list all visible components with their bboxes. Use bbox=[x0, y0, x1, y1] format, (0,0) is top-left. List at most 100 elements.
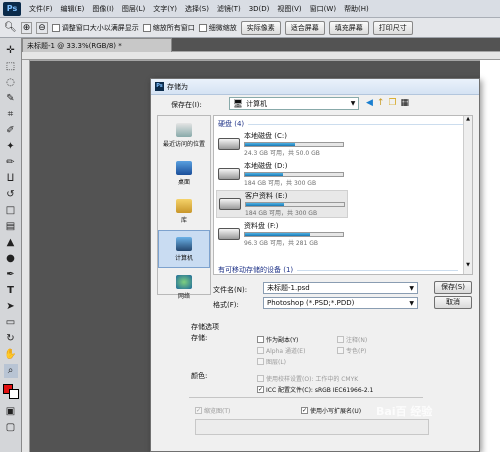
hard-drive-icon bbox=[218, 138, 240, 150]
background-color-swatch[interactable] bbox=[8, 389, 19, 399]
quick-mask-icon[interactable]: ▣ bbox=[4, 405, 18, 419]
menu-filter[interactable]: 滤镜(T) bbox=[213, 4, 245, 14]
chevron-down-icon: ▼ bbox=[409, 299, 414, 307]
path-select-tool-icon[interactable]: ➤ bbox=[4, 300, 18, 314]
warning-panel bbox=[195, 419, 429, 435]
3d-rotate-tool-icon[interactable]: ↻ bbox=[4, 332, 18, 346]
zoom-in-icon[interactable]: ⊕ bbox=[20, 21, 33, 34]
move-tool-icon[interactable]: ✛ bbox=[4, 44, 18, 58]
print-size-button[interactable]: 打印尺寸 bbox=[372, 20, 413, 35]
scrubby-zoom-checkbox[interactable]: 细微缩放 bbox=[198, 23, 237, 33]
document-canvas[interactable] bbox=[480, 60, 500, 452]
alpha-channels-checkbox[interactable]: Alpha 通道(E) bbox=[257, 346, 305, 355]
stamp-tool-icon[interactable]: ⨿ bbox=[4, 172, 18, 186]
dialog-title-bar: Ps 存储为 bbox=[151, 79, 479, 95]
history-brush-icon[interactable]: ↺ bbox=[4, 188, 18, 202]
dodge-tool-icon[interactable]: ● bbox=[4, 252, 18, 266]
hard-drive-icon bbox=[219, 198, 241, 210]
gradient-tool-icon[interactable]: ▤ bbox=[4, 220, 18, 234]
type-tool-icon[interactable]: T bbox=[4, 284, 18, 298]
quick-select-tool-icon[interactable]: ✎ bbox=[4, 92, 18, 106]
menu-select[interactable]: 选择(S) bbox=[181, 4, 213, 14]
tools-panel: ✛ ⬚ ◌ ✎ ⌗ ✐ ✦ ✏ ⨿ ↺ □ ▤ ▲ ● ✒ T ➤ ▭ ↻ ✋ … bbox=[0, 38, 22, 452]
new-folder-icon[interactable]: ❐ bbox=[388, 98, 396, 108]
place-computer[interactable]: 计算机 bbox=[158, 230, 210, 268]
color-label: 颜色: bbox=[191, 372, 208, 380]
thumbnail-checkbox[interactable]: ✓ 缩览图(T) bbox=[195, 406, 230, 415]
spot-colors-checkbox[interactable]: 专色(P) bbox=[337, 346, 366, 355]
layers-checkbox[interactable]: 图层(L) bbox=[257, 357, 286, 366]
brush-tool-icon[interactable]: ✏ bbox=[4, 156, 18, 170]
photoshop-logo: Ps bbox=[3, 1, 21, 16]
up-folder-icon[interactable]: ↑ bbox=[377, 98, 385, 108]
recent-places-icon bbox=[176, 122, 192, 137]
drive-usage-bar bbox=[245, 202, 345, 207]
resize-windows-checkbox[interactable]: 调整窗口大小以满屏显示 bbox=[51, 23, 139, 33]
actual-pixels-button[interactable]: 实际像素 bbox=[240, 20, 281, 35]
save-button[interactable]: 保存(S) bbox=[434, 281, 472, 294]
eyedropper-tool-icon[interactable]: ✐ bbox=[4, 124, 18, 138]
group-header-removable[interactable]: 有可移动存储的设备 (1) bbox=[214, 262, 462, 278]
save-label: 存储: bbox=[191, 334, 208, 342]
lowercase-extension-checkbox[interactable]: ✓ 使用小写扩展名(U) bbox=[301, 406, 361, 415]
view-menu-icon[interactable]: ▦ bbox=[401, 98, 410, 108]
fill-screen-button[interactable]: 填充屏幕 bbox=[328, 20, 369, 35]
menu-edit[interactable]: 编辑(E) bbox=[57, 4, 89, 14]
save-options-title: 存储选项 bbox=[191, 323, 219, 331]
zoom-out-icon[interactable]: ⊖ bbox=[36, 21, 48, 34]
marquee-tool-icon[interactable]: ⬚ bbox=[4, 60, 18, 74]
options-bar: 🔍︎ ⊕ ⊖ 调整窗口大小以满屏显示 缩放所有窗口 细微缩放 实际像素 适合屏幕… bbox=[0, 18, 500, 38]
healing-tool-icon[interactable]: ✦ bbox=[4, 140, 18, 154]
cancel-button[interactable]: 取消 bbox=[434, 296, 472, 309]
library-icon bbox=[176, 198, 192, 213]
zoom-tool-icon[interactable]: 🔍︎ bbox=[4, 22, 17, 33]
icc-profile-checkbox[interactable]: ✓ ICC 配置文件(C): sRGB IEC61966-2.1 bbox=[257, 385, 373, 394]
watermark: Bai百 经验 bbox=[376, 405, 433, 418]
format-select[interactable]: Photoshop (*.PSD;*.PDD) ▼ bbox=[263, 297, 418, 309]
format-label: 格式(F): bbox=[213, 301, 239, 309]
photoshop-app-icon: Ps bbox=[155, 82, 164, 91]
as-copy-checkbox[interactable]: 作为副本(Y) bbox=[257, 335, 298, 344]
vertical-ruler bbox=[22, 60, 30, 452]
place-library[interactable]: 库 bbox=[158, 192, 210, 230]
menu-window[interactable]: 窗口(W) bbox=[306, 4, 340, 14]
blur-tool-icon[interactable]: ▲ bbox=[4, 236, 18, 250]
menu-bar: Ps 文件(F) 编辑(E) 图像(I) 图层(L) 文字(Y) 选择(S) 滤… bbox=[0, 0, 500, 18]
place-network[interactable]: 网络 bbox=[158, 268, 210, 306]
file-list[interactable]: 硬盘 (4) 本地磁盘 (C:) 24.3 GB 可用，共 50.0 GB 本地… bbox=[213, 115, 473, 275]
screen-mode-icon[interactable]: ▢ bbox=[4, 421, 18, 435]
color-swatches[interactable] bbox=[2, 384, 19, 399]
drive-c[interactable]: 本地磁盘 (C:) 24.3 GB 可用，共 50.0 GB bbox=[216, 130, 348, 158]
crop-tool-icon[interactable]: ⌗ bbox=[4, 108, 18, 122]
filename-input[interactable]: 未标题-1.psd ▼ bbox=[263, 282, 418, 294]
drive-e[interactable]: 客户资料 (E:) 184 GB 可用，共 300 GB bbox=[216, 190, 348, 218]
zoom-all-windows-checkbox[interactable]: 缩放所有窗口 bbox=[142, 23, 195, 33]
filename-label: 文件名(N): bbox=[213, 286, 248, 294]
menu-help[interactable]: 帮助(H) bbox=[340, 4, 373, 14]
use-proof-setup-checkbox[interactable]: 使用校样设置(O): 工作中的 CMYK bbox=[257, 374, 358, 383]
file-list-scrollbar[interactable]: ▲ ▼ bbox=[463, 116, 472, 274]
menu-image[interactable]: 图像(I) bbox=[88, 4, 118, 14]
zoom-tool-icon-panel[interactable]: ⌕ bbox=[3, 364, 18, 378]
menu-file[interactable]: 文件(F) bbox=[25, 4, 57, 14]
drive-d[interactable]: 本地磁盘 (D:) 184 GB 可用，共 300 GB bbox=[216, 160, 348, 188]
lasso-tool-icon[interactable]: ◌ bbox=[4, 76, 18, 90]
fit-screen-button[interactable]: 适合屏幕 bbox=[284, 20, 325, 35]
chevron-down-icon: ▼ bbox=[350, 100, 356, 107]
save-in-dropdown[interactable]: 🖥︎ 计算机 ▼ bbox=[229, 97, 359, 110]
hand-tool-icon[interactable]: ✋ bbox=[4, 348, 18, 362]
drive-f[interactable]: 资料盘 (F:) 96.3 GB 可用，共 281 GB bbox=[216, 220, 348, 248]
eraser-tool-icon[interactable]: □ bbox=[4, 204, 18, 218]
notes-checkbox[interactable]: 注释(N) bbox=[337, 335, 367, 344]
pen-tool-icon[interactable]: ✒ bbox=[4, 268, 18, 282]
place-recent[interactable]: 最近访问的位置 bbox=[158, 116, 210, 154]
document-tab[interactable]: 未标题-1 @ 33.3%(RGB/8) * bbox=[22, 38, 172, 52]
place-desktop[interactable]: 桌面 bbox=[158, 154, 210, 192]
scroll-down-icon[interactable]: ▼ bbox=[464, 262, 472, 268]
menu-3d[interactable]: 3D(D) bbox=[245, 5, 274, 13]
shape-tool-icon[interactable]: ▭ bbox=[4, 316, 18, 330]
menu-type[interactable]: 文字(Y) bbox=[149, 4, 181, 14]
menu-layer[interactable]: 图层(L) bbox=[118, 4, 149, 14]
menu-view[interactable]: 视图(V) bbox=[273, 4, 305, 14]
back-icon[interactable]: ◀ bbox=[366, 98, 373, 108]
